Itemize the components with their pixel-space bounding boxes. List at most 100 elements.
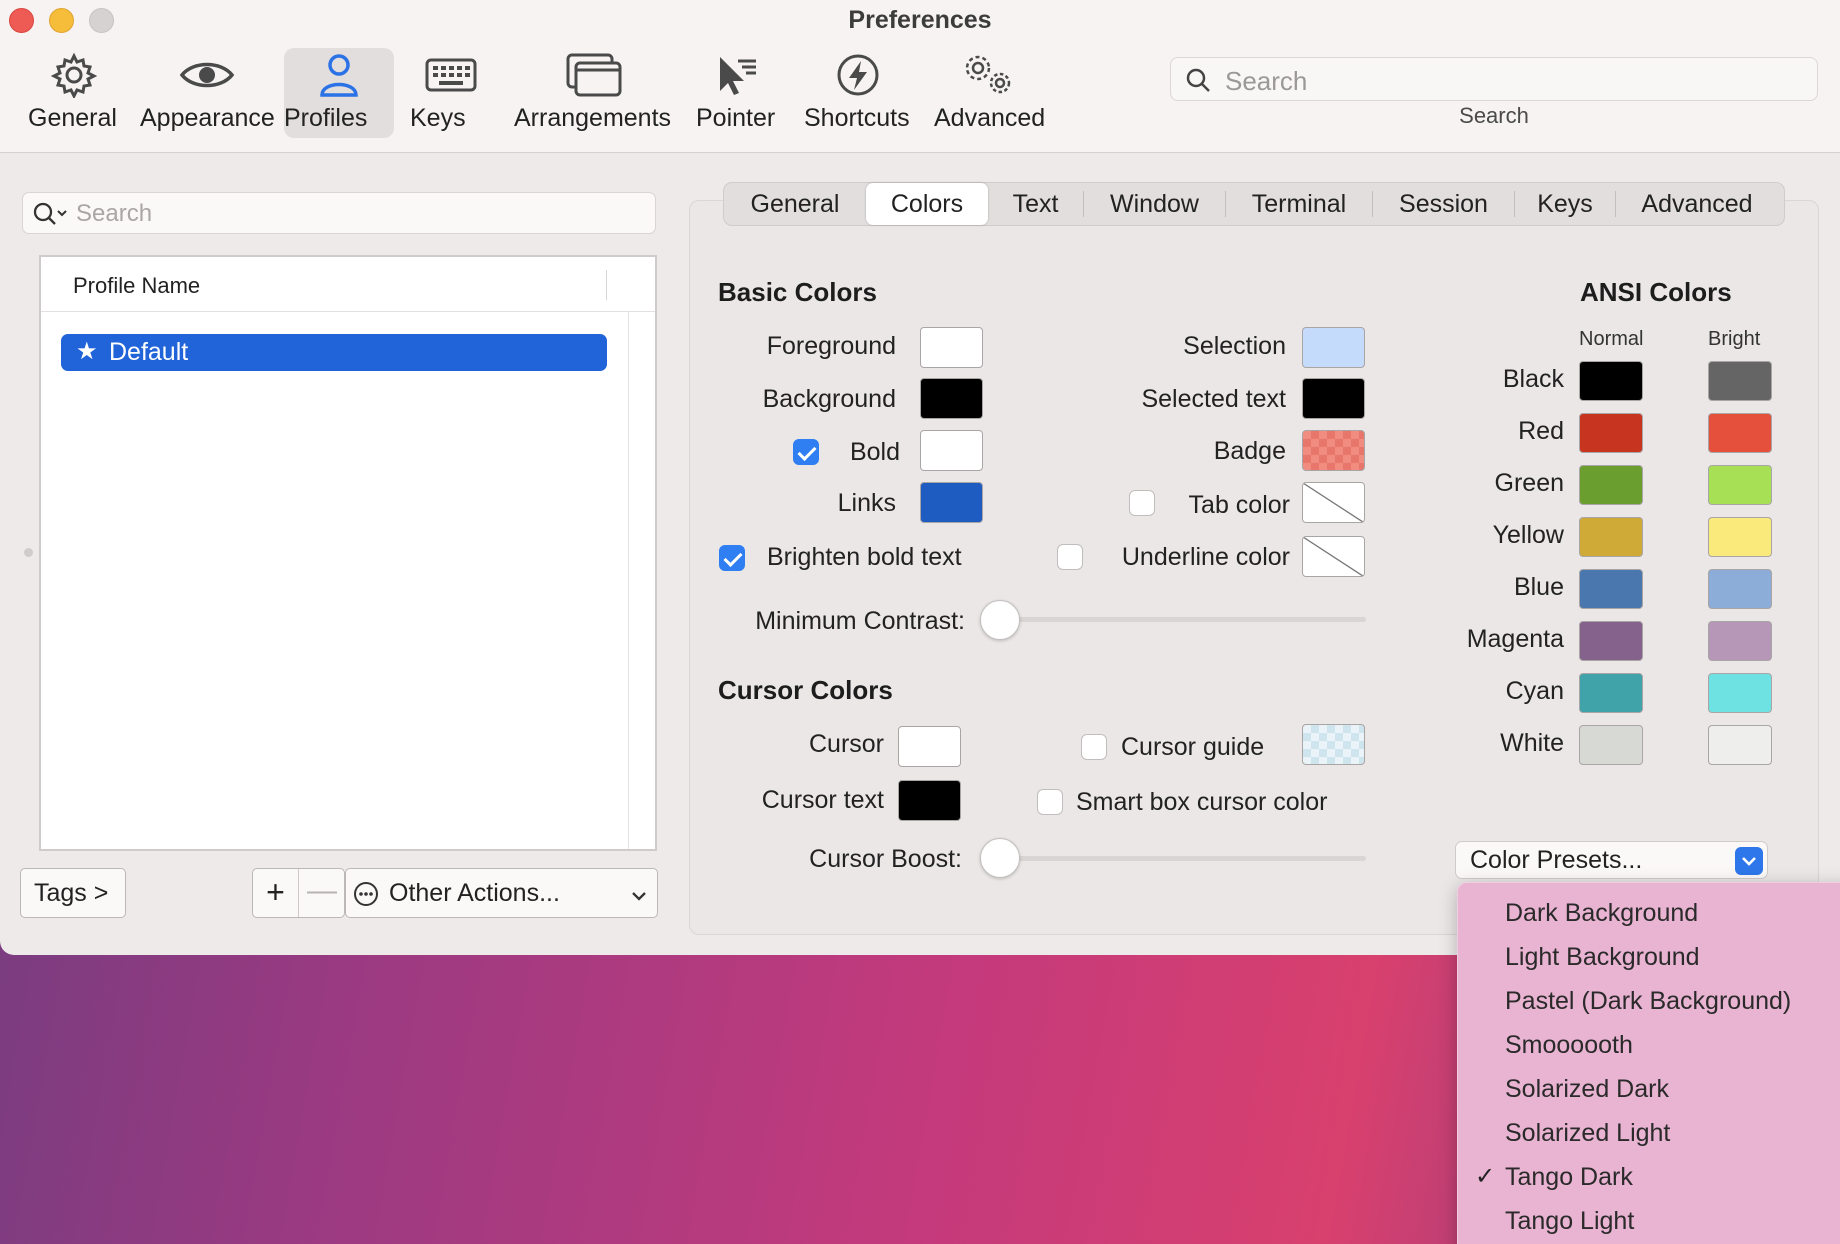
smart-box-cursor-checkbox[interactable]	[1037, 789, 1063, 815]
person-icon	[284, 48, 394, 102]
menu-item-solarized-dark[interactable]: Solarized Dark	[1505, 1075, 1669, 1104]
preferences-window: Preferences General Appearance Profiles …	[0, 0, 1840, 955]
menu-item-dark-background[interactable]: Dark Background	[1505, 899, 1698, 928]
profile-row-default[interactable]: ★ Default	[61, 334, 607, 371]
toolbar-arrangements[interactable]: Arrangements	[514, 48, 674, 138]
profile-list: Profile Name ★ Default	[39, 255, 657, 851]
profile-list-header: Profile Name	[41, 257, 655, 312]
ansi-magenta-bright-well[interactable]	[1708, 621, 1772, 661]
selected-text-label: Selected text	[1141, 385, 1286, 413]
chevron-down-icon	[630, 883, 648, 912]
profile-name-column-header[interactable]: Profile Name	[73, 273, 200, 299]
add-profile-button[interactable]: +	[253, 869, 299, 917]
star-icon: ★	[76, 338, 98, 365]
toolbar-profiles[interactable]: Profiles	[284, 48, 394, 138]
no-color-icon	[1303, 483, 1364, 522]
toolbar-keys[interactable]: Keys	[410, 48, 492, 138]
remove-profile-button[interactable]: —	[299, 869, 345, 917]
ansi-white-bright-well[interactable]	[1708, 725, 1772, 765]
brighten-bold-label: Brighten bold text	[767, 543, 962, 571]
tab-text[interactable]: Text	[988, 183, 1083, 225]
cursor-boost-knob[interactable]	[980, 838, 1020, 878]
no-color-icon	[1303, 537, 1364, 576]
minimum-contrast-knob[interactable]	[980, 600, 1020, 640]
tab-color-well[interactable]	[1302, 482, 1365, 523]
gear-icon	[28, 48, 120, 102]
list-scroll-divider	[628, 312, 629, 849]
ansi-magenta-label: Magenta	[1466, 625, 1564, 653]
split-handle[interactable]	[24, 548, 33, 557]
ansi-green-normal-well[interactable]	[1579, 465, 1643, 505]
ansi-colors-heading: ANSI Colors	[1580, 277, 1732, 307]
bold-checkbox[interactable]	[793, 439, 819, 465]
preferences-search-input[interactable]: Search	[1170, 57, 1818, 101]
toolbar-shortcuts[interactable]: Shortcuts	[804, 48, 912, 138]
toolbar-advanced[interactable]: Advanced	[934, 48, 1045, 138]
search-menu-icon	[32, 200, 70, 233]
selection-color-well[interactable]	[1302, 327, 1365, 368]
lightning-icon	[804, 48, 912, 102]
ansi-green-bright-well[interactable]	[1708, 465, 1772, 505]
smart-box-cursor-label: Smart box cursor color	[1076, 788, 1328, 816]
cursor-color-well[interactable]	[898, 726, 961, 767]
bold-color-well[interactable]	[920, 430, 983, 471]
menu-item-pastel-dark-background[interactable]: Pastel (Dark Background)	[1505, 987, 1791, 1016]
menu-item-tango-light[interactable]: Tango Light	[1505, 1207, 1634, 1236]
menu-item-smoooooth[interactable]: Smoooooth	[1505, 1031, 1633, 1060]
ansi-yellow-normal-well[interactable]	[1579, 517, 1643, 557]
toolbar-pointer[interactable]: Pointer	[696, 48, 778, 138]
tab-window[interactable]: Window	[1084, 183, 1225, 225]
ansi-red-normal-well[interactable]	[1579, 413, 1643, 453]
tab-terminal[interactable]: Terminal	[1226, 183, 1372, 225]
cursor-text-color-well[interactable]	[898, 780, 961, 821]
chevron-down-icon	[1735, 847, 1763, 875]
tags-button[interactable]: Tags >	[20, 868, 126, 918]
color-presets-dropdown[interactable]: Color Presets...	[1455, 841, 1768, 879]
toolbar-keys-label: Keys	[410, 104, 466, 132]
brighten-bold-checkbox[interactable]	[719, 545, 745, 571]
ansi-black-label: Black	[1502, 365, 1564, 393]
selected-text-color-well[interactable]	[1302, 378, 1365, 419]
background-color-well[interactable]	[920, 378, 983, 419]
tab-colors[interactable]: Colors	[866, 183, 988, 225]
ansi-blue-bright-well[interactable]	[1708, 569, 1772, 609]
ansi-black-normal-well[interactable]	[1579, 361, 1643, 401]
badge-color-well[interactable]	[1302, 430, 1365, 471]
ansi-blue-label: Blue	[1513, 573, 1564, 601]
tab-advanced[interactable]: Advanced	[1616, 183, 1778, 225]
tab-color-checkbox[interactable]	[1129, 490, 1155, 516]
menu-item-solarized-light[interactable]: Solarized Light	[1505, 1119, 1670, 1148]
profile-search-input[interactable]: Search	[22, 192, 656, 234]
menu-item-light-background[interactable]: Light Background	[1505, 943, 1700, 972]
tab-session[interactable]: Session	[1373, 183, 1514, 225]
minimum-contrast-slider[interactable]	[982, 617, 1366, 622]
profile-search-placeholder: Search	[76, 200, 153, 227]
ansi-yellow-bright-well[interactable]	[1708, 517, 1772, 557]
ansi-white-normal-well[interactable]	[1579, 725, 1643, 765]
cursor-guide-checkbox[interactable]	[1081, 734, 1107, 760]
toolbar-arrangements-label: Arrangements	[514, 104, 672, 132]
ansi-cyan-normal-well[interactable]	[1579, 673, 1643, 713]
tab-keys[interactable]: Keys	[1515, 183, 1615, 225]
other-actions-button[interactable]: Other Actions...	[345, 868, 658, 918]
menu-item-tango-dark[interactable]: Tango Dark	[1505, 1163, 1633, 1192]
ansi-cyan-bright-well[interactable]	[1708, 673, 1772, 713]
minimum-contrast-label: Minimum Contrast:	[755, 607, 965, 635]
pointer-icon	[696, 48, 778, 102]
ansi-black-bright-well[interactable]	[1708, 361, 1772, 401]
cursor-guide-color-well[interactable]	[1302, 724, 1365, 765]
cursor-boost-slider[interactable]	[982, 856, 1366, 861]
ansi-magenta-normal-well[interactable]	[1579, 621, 1643, 661]
toolbar-appearance-label: Appearance	[140, 104, 275, 132]
underline-color-well[interactable]	[1302, 536, 1365, 577]
ansi-blue-normal-well[interactable]	[1579, 569, 1643, 609]
toolbar-general[interactable]: General	[28, 48, 120, 138]
links-color-well[interactable]	[920, 482, 983, 523]
bold-label: Bold	[849, 438, 900, 466]
tab-general[interactable]: General	[724, 183, 866, 225]
underline-color-checkbox[interactable]	[1057, 544, 1083, 570]
toolbar-appearance[interactable]: Appearance	[140, 48, 275, 138]
search-placeholder: Search	[1225, 66, 1308, 96]
foreground-color-well[interactable]	[920, 327, 983, 368]
ansi-red-bright-well[interactable]	[1708, 413, 1772, 453]
